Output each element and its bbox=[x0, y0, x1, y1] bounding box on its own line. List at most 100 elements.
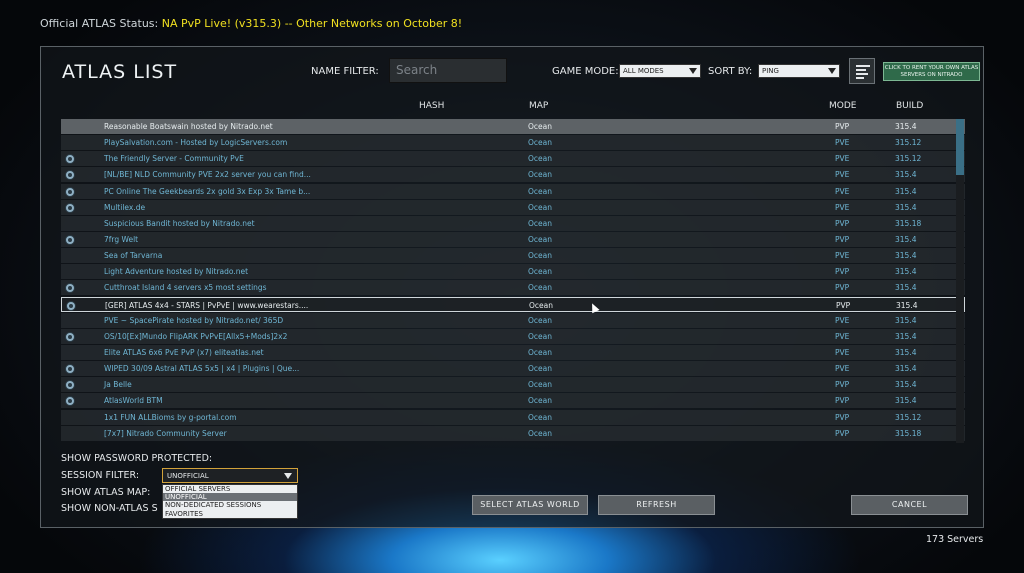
server-mode: PVP bbox=[835, 218, 850, 228]
column-build[interactable]: BUILD bbox=[896, 101, 923, 111]
server-mode: PVE bbox=[835, 170, 850, 180]
server-mode: PVE bbox=[835, 202, 850, 212]
server-build: 315.4 bbox=[895, 380, 917, 390]
server-mode: PVP bbox=[835, 122, 850, 131]
sort-by-select[interactable]: PING bbox=[758, 64, 840, 78]
status-prefix: Official ATLAS Status: bbox=[40, 17, 162, 30]
table-row[interactable]: PlaySalvation.com - Hosted by LogicServe… bbox=[61, 135, 965, 151]
server-map: Ocean bbox=[528, 234, 552, 244]
server-mode: PVE bbox=[835, 138, 850, 148]
server-mode: PVE bbox=[835, 364, 850, 374]
table-row[interactable]: 1x1 FUN ALLBioms by g-portal.com Ocean PVP… bbox=[61, 409, 965, 425]
server-map: Ocean bbox=[528, 202, 552, 212]
server-build: 315.4 bbox=[895, 331, 917, 341]
server-mode: PVE bbox=[835, 186, 850, 196]
status-bar: Official ATLAS Status: NA PvP Live! (v31… bbox=[40, 17, 462, 30]
server-name: PVE ~ SpacePirate hosted by Nitrado.net/… bbox=[104, 315, 284, 325]
server-mode: PVE bbox=[835, 315, 850, 325]
chevron-down-icon bbox=[284, 473, 292, 479]
dropdown-option-non-dedicated[interactable]: NON-DEDICATED SESSIONS bbox=[163, 501, 297, 509]
official-server-icon bbox=[65, 234, 75, 245]
table-row[interactable]: AtlasWorld BTM Ocean PVP 315.4 bbox=[61, 393, 965, 409]
cancel-button[interactable]: CANCEL bbox=[851, 495, 968, 515]
server-map: Ocean bbox=[528, 138, 552, 148]
table-row[interactable]: OS/10[Ex]Mundo FlipARK PvPvE[Allx5+Mods]… bbox=[61, 328, 965, 344]
server-build: 315.12 bbox=[895, 154, 922, 164]
server-mode: PVP bbox=[835, 234, 850, 244]
server-build: 315.18 bbox=[895, 218, 922, 228]
server-mode: PVP bbox=[835, 380, 850, 390]
server-map: Ocean bbox=[528, 170, 552, 180]
sort-by-label: SORT BY: bbox=[708, 66, 753, 77]
rent-server-button[interactable]: CLICK TO RENT YOUR OWN ATLAS SERVERS ON … bbox=[883, 62, 980, 81]
table-row[interactable]: [NL/BE] NLD Community PVE 2x2 server you… bbox=[61, 167, 965, 183]
page-title: ATLAS LIST bbox=[62, 61, 178, 83]
server-map: Ocean bbox=[528, 218, 552, 228]
server-map: Ocean bbox=[528, 267, 552, 277]
table-row[interactable]: Reasonable Boatswain hosted by Nitrado.n… bbox=[61, 119, 965, 134]
official-server-icon bbox=[65, 154, 75, 165]
select-atlas-world-button[interactable]: SELECT ATLAS WORLD bbox=[472, 495, 588, 515]
dropdown-option-official[interactable]: OFFICIAL SERVERS bbox=[163, 485, 297, 493]
server-name: OS/10[Ex]Mundo FlipARK PvPvE[Allx5+Mods]… bbox=[104, 331, 288, 341]
table-row[interactable]: [GER] ATLAS 4x4 - STARS | PvPvE | www.we… bbox=[61, 296, 965, 312]
server-map: Ocean bbox=[528, 347, 552, 357]
game-mode-select[interactable]: ALL MODES bbox=[619, 64, 701, 78]
server-build: 315.4 bbox=[895, 234, 917, 244]
server-name: PlaySalvation.com - Hosted by LogicServe… bbox=[104, 138, 288, 148]
column-hash[interactable]: HASH bbox=[419, 101, 444, 111]
table-row[interactable]: Suspicious Bandit hosted by Nitrado.net O… bbox=[61, 215, 965, 231]
official-server-icon bbox=[65, 380, 75, 391]
scrollbar[interactable] bbox=[956, 119, 964, 443]
session-filter-label: SESSION FILTER: bbox=[61, 470, 140, 481]
column-mode[interactable]: MODE bbox=[829, 101, 856, 111]
official-server-icon bbox=[65, 170, 75, 181]
table-row[interactable]: PC Online The Geekbeards 2x gold 3x Exp … bbox=[61, 183, 965, 199]
table-row[interactable]: PVE ~ SpacePirate hosted by Nitrado.net/… bbox=[61, 312, 965, 328]
server-mode: PVP bbox=[835, 267, 850, 277]
refresh-button[interactable]: REFRESH bbox=[598, 495, 715, 515]
dropdown-option-unofficial[interactable]: UNOFFICIAL bbox=[163, 493, 297, 502]
chevron-down-icon bbox=[689, 68, 697, 74]
server-name: [7x7] Nitrado Community Server bbox=[104, 428, 227, 438]
table-row[interactable]: Multilex.de Ocean PVE 315.4 bbox=[61, 199, 965, 215]
table-row[interactable]: Light Adventure hosted by Nitrado.net Oce… bbox=[61, 264, 965, 280]
server-build: 315.18 bbox=[895, 428, 922, 438]
table-row[interactable]: Sea of Tarvarna Ocean PVE 315.4 bbox=[61, 248, 965, 264]
table-row[interactable]: 7frg Welt Ocean PVP 315.4 bbox=[61, 231, 965, 247]
server-name: Multilex.de bbox=[104, 202, 146, 212]
table-row[interactable]: The Friendly Server - Community PvE Ocean… bbox=[61, 151, 965, 167]
official-server-icon bbox=[65, 331, 75, 342]
server-name: [GER] ATLAS 4x4 - STARS | PvPvE | www.we… bbox=[105, 300, 309, 310]
server-map: Ocean bbox=[528, 251, 552, 261]
server-build: 315.4 bbox=[895, 170, 917, 180]
official-server-icon bbox=[65, 186, 75, 197]
server-build: 315.4 bbox=[895, 202, 917, 212]
official-server-icon bbox=[65, 283, 75, 294]
search-input[interactable]: Search bbox=[389, 58, 507, 83]
server-map: Ocean bbox=[529, 300, 553, 310]
session-filter-select[interactable]: UNOFFICIAL bbox=[162, 468, 298, 483]
server-map: Ocean bbox=[528, 364, 552, 374]
game-mode-value: ALL MODES bbox=[623, 67, 664, 75]
column-map[interactable]: MAP bbox=[529, 101, 548, 111]
server-map: Ocean bbox=[528, 331, 552, 341]
table-row[interactable]: WIPED 30/09 Astral ATLAS 5x5 | x4 | Plug… bbox=[61, 361, 965, 377]
table-row[interactable]: [7x7] Nitrado Community Server Ocean PVP 31… bbox=[61, 425, 965, 441]
server-build: 315.4 bbox=[896, 300, 918, 310]
server-build: 315.4 bbox=[895, 283, 917, 293]
server-name: 1x1 FUN ALLBioms by g-portal.com bbox=[104, 412, 237, 422]
server-map: Ocean bbox=[528, 283, 552, 293]
table-row[interactable]: Elite ATLAS 6x6 PvE PvP (x7) eliteatlas.… bbox=[61, 344, 965, 360]
list-view-icon[interactable] bbox=[849, 58, 875, 84]
show-non-atlas-label: SHOW NON-ATLAS S bbox=[61, 503, 158, 514]
server-name: PC Online The Geekbeards 2x gold 3x Exp … bbox=[104, 186, 311, 196]
scrollbar-thumb[interactable] bbox=[956, 119, 964, 175]
dropdown-option-favorites[interactable]: FAVORITES bbox=[163, 510, 297, 518]
table-row[interactable]: Cutthroat Island 4 servers x5 most setti… bbox=[61, 280, 965, 296]
server-build: 315.4 bbox=[895, 364, 917, 374]
table-row[interactable]: Ja Belle Ocean PVP 315.4 bbox=[61, 377, 965, 393]
show-password-protected-label: SHOW PASSWORD PROTECTED: bbox=[61, 453, 213, 464]
server-name: The Friendly Server - Community PvE bbox=[104, 154, 244, 164]
official-server-icon bbox=[65, 364, 75, 375]
